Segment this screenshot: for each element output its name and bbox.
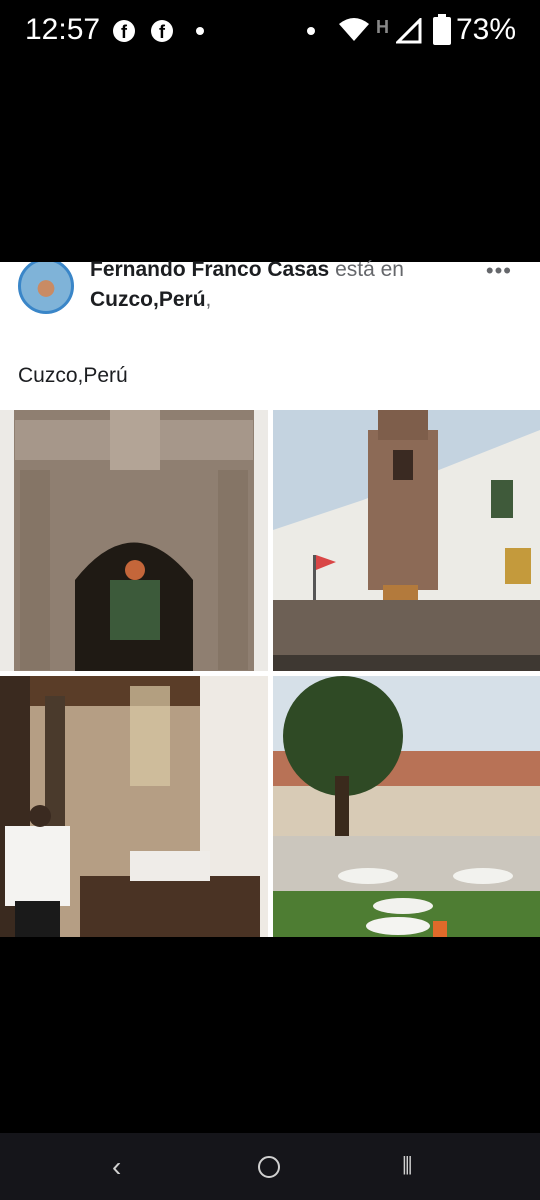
facebook-icon: f bbox=[151, 20, 173, 42]
status-time: 12:57 bbox=[25, 13, 101, 46]
post-header: Fernando Franco Casas está en bbox=[90, 258, 404, 282]
facebook-post: Fernando Franco Casas está en Cuzco,Perú… bbox=[0, 258, 540, 937]
wifi-icon bbox=[339, 18, 369, 41]
facebook-icon: f bbox=[113, 20, 135, 42]
author-verb: está en bbox=[329, 258, 404, 281]
notification-dot-icon bbox=[196, 27, 204, 35]
restaurant-interior-photo[interactable] bbox=[0, 676, 268, 937]
h-network-icon: H bbox=[376, 17, 389, 37]
author-name[interactable]: Fernando Franco Casas bbox=[90, 258, 329, 281]
signal-icon bbox=[396, 18, 422, 44]
location-link[interactable]: Cuzco,Perú bbox=[90, 288, 206, 311]
stone-archway-photo[interactable] bbox=[0, 410, 268, 671]
battery-percentage: 73% bbox=[456, 13, 517, 46]
post-text: Cuzco,Perú bbox=[18, 364, 128, 387]
back-button[interactable]: ‹ bbox=[112, 1151, 121, 1183]
avatar[interactable] bbox=[18, 262, 78, 314]
recents-button[interactable]: ⦀ bbox=[402, 1153, 413, 1181]
battery-icon bbox=[433, 14, 451, 45]
home-button[interactable] bbox=[258, 1156, 280, 1178]
palacio-building-photo[interactable] bbox=[273, 410, 540, 671]
status-bar: 12:57 f f H 73% bbox=[0, 0, 540, 64]
notification-dot-icon bbox=[307, 27, 315, 35]
location-separator: , bbox=[205, 288, 212, 311]
courtyard-garden-photo[interactable] bbox=[273, 676, 540, 937]
navigation-bar: ‹ ⦀ bbox=[0, 1133, 540, 1200]
post-location[interactable]: Cuzco,Perú, bbox=[90, 288, 211, 312]
more-options-button[interactable]: ••• bbox=[486, 258, 512, 284]
